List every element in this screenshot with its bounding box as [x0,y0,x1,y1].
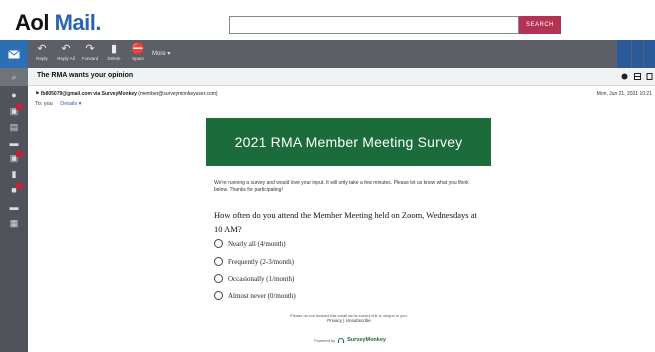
compose-button[interactable] [0,40,28,68]
recipient: To: you [35,101,53,107]
message-subject: The RMA wants your opinion [37,72,134,79]
reply-all-label: Reply All [57,56,75,61]
rail-search[interactable]: ⌕ [0,68,28,86]
radio-button[interactable] [214,239,223,248]
option-label: Nearly all (4/month) [228,239,286,248]
rail-sports-badge [16,183,23,189]
reply-icon: ↶ [37,43,47,55]
logo-mail: Mail. [48,10,102,35]
footer-note: Please do not forward this email as its … [270,313,428,323]
message-toolbar: ↶ Reply ↶ Reply All ↷ Forward ▮ Delete ⛔… [0,40,655,68]
survey-banner: 2021 RMA Member Meeting Survey [206,118,491,166]
forward-icon: ↷ [85,43,95,55]
rail-news-badge [16,151,23,157]
forward-label: Forward [81,56,99,61]
privacy-link[interactable]: Privacy [327,318,342,323]
survey-option[interactable]: Occasionally (1/month) [214,274,294,283]
sender-name: fb805079@gmail.com via SurveyMonkey [40,91,137,97]
powered-by[interactable]: Powered by SurveyMonkey [300,337,400,343]
radio-button[interactable] [214,257,223,266]
aol-mail-logo[interactable]: Aol Mail. [15,10,101,36]
spam-label: Spam [132,56,144,61]
surveymonkey-logo-icon [338,337,345,343]
unsubscribe-link[interactable]: Unsubscribe [346,318,371,323]
sender-line: ⚑ fb805079@gmail.com via SurveyMonkey (m… [35,91,218,97]
flag-icon[interactable]: ⚑ [35,91,39,97]
rail-games-icon[interactable]: ▬ [9,203,19,212]
expand-icon[interactable] [646,73,653,80]
survey-question: How often do you attend the Member Meeti… [214,210,477,234]
reply-button[interactable]: ↶ Reply [30,43,54,62]
delete-button[interactable]: ▮ Delete [102,43,126,62]
print-icon[interactable] [621,73,628,80]
reply-label: Reply [36,56,48,61]
envelope-icon [8,49,20,58]
powered-by-label: Powered by [314,337,336,343]
sender-email: (member@surveymonkeyuser.com) [138,91,218,97]
toolbar-panel-c[interactable] [644,40,655,68]
trash-icon: ▮ [110,43,118,55]
survey-option[interactable]: Nearly all (4/month) [214,239,286,248]
more-label: More [152,51,166,57]
recipient-line: To: you Details ▾ [35,101,81,107]
details-label: Details [60,101,78,107]
survey-intro: We're running a survey and would love yo… [214,180,469,193]
rail-inbox-badge [16,104,23,110]
surveymonkey-wordmark: SurveyMonkey [347,337,386,343]
forward-button[interactable]: ↷ Forward [78,43,102,62]
radio-button[interactable] [214,274,223,283]
rail-calendar-icon[interactable]: ▤ [9,123,19,132]
option-label: Occasionally (1/month) [228,274,295,283]
reply-all-button[interactable]: ↶ Reply All [54,43,78,62]
option-label: Frequently (2-3/month) [228,257,294,266]
rail-settings-icon[interactable]: ▦ [9,219,19,228]
delete-label: Delete [107,56,121,61]
survey-option[interactable]: Almost never (0/month) [214,291,296,300]
survey-option[interactable]: Frequently (2-3/month) [214,257,294,266]
search-button[interactable]: SEARCH [519,16,561,34]
more-menu[interactable]: More ▾ [152,50,170,57]
toolbar-panel-b[interactable] [632,40,643,68]
subject-bar: The RMA wants your opinion [28,68,655,86]
chevron-down-icon: ▾ [167,51,171,57]
chevron-down-icon: ▾ [78,101,82,107]
rail-weather-icon[interactable]: ▮ [9,170,19,179]
rail-flag-icon[interactable]: ▬ [9,139,19,148]
message-date: Mon, Jun 21, 2021 10:21 [596,91,652,97]
layout-icon[interactable] [634,73,641,80]
reply-all-icon: ↶ [61,43,71,55]
top-header: Aol Mail. SEARCH [0,0,655,40]
search-input[interactable] [229,16,519,34]
logo-aol: Aol [15,10,49,35]
details-toggle[interactable]: Details ▾ [60,101,81,107]
radio-button[interactable] [214,291,223,300]
spam-icon: ⛔ [131,43,145,55]
spam-button[interactable]: ⛔ Spam [126,43,150,62]
search-icon: ⌕ [11,72,17,82]
rail-contacts-icon[interactable]: ● [9,91,19,100]
toolbar-panel-a[interactable] [617,40,631,68]
footer-links: Privacy | Unsubscribe [327,318,371,323]
survey-title: 2021 RMA Member Meeting Survey [234,134,463,150]
option-label: Almost never (0/month) [228,291,296,300]
